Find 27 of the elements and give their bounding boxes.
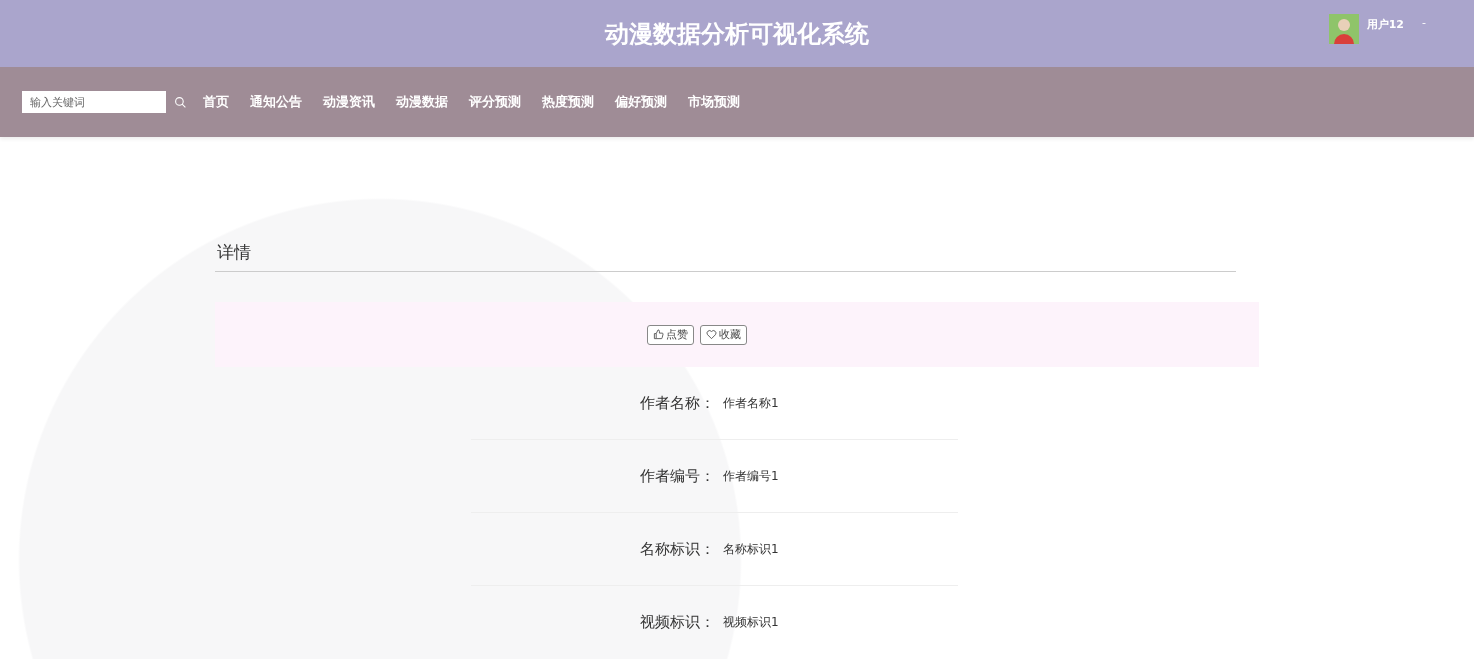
user-name[interactable]: 用户12	[1366, 17, 1404, 32]
favorite-button[interactable]: 收藏	[700, 324, 747, 345]
dropdown-caret[interactable]: -	[1422, 16, 1426, 29]
field-label: 作者名称：	[639, 393, 715, 413]
field-value: 视频标识1	[723, 613, 779, 631]
nav-link[interactable]: 首页	[203, 93, 229, 111]
avatar[interactable]	[1328, 14, 1359, 44]
site-title: 动漫数据分析可视化系统	[605, 18, 869, 50]
nav-link[interactable]: 市场预测	[688, 93, 740, 111]
field-value: 作者编号1	[723, 467, 779, 485]
like-button[interactable]: 点赞	[647, 324, 694, 345]
section-title: 详情	[215, 241, 1236, 272]
nav-link[interactable]: 通知公告	[250, 93, 302, 111]
nav-link[interactable]: 动漫资讯	[323, 93, 375, 111]
nav-link[interactable]: 偏好预测	[615, 93, 667, 111]
nav-link[interactable]: 动漫数据	[396, 93, 448, 111]
nav-link[interactable]: 评分预测	[469, 93, 521, 111]
field-value: 作者名称1	[723, 394, 779, 412]
field-label: 作者编号：	[639, 466, 715, 486]
search-icon[interactable]	[174, 95, 187, 109]
nav-link[interactable]: 热度预测	[542, 93, 594, 111]
heart-icon	[706, 329, 717, 340]
thumbs-up-icon	[653, 329, 664, 340]
search-field[interactable]: 输入关键词	[22, 91, 166, 113]
field-value: 名称标识1	[723, 540, 779, 558]
field-label: 名称标识：	[639, 539, 715, 559]
field-label: 视频标识：	[639, 612, 715, 632]
